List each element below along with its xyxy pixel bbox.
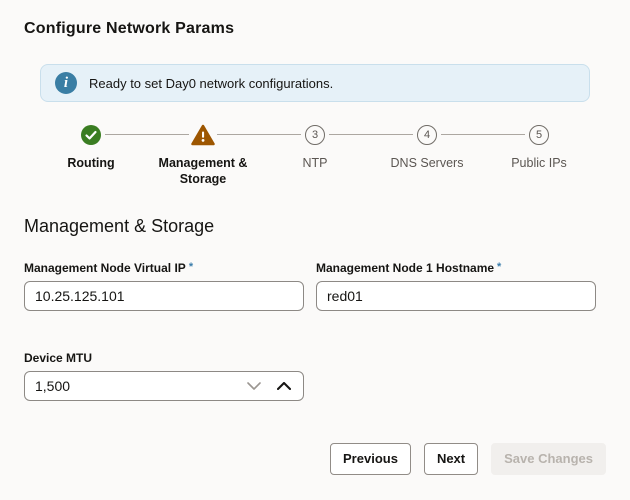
section-heading: Management & Storage xyxy=(24,216,606,237)
step-ntp[interactable]: 3 NTP xyxy=(259,124,371,188)
field-mgmt-virtual-ip: Management Node Virtual IP* xyxy=(24,261,304,311)
step-label: DNS Servers xyxy=(391,155,464,171)
chevron-down-icon[interactable] xyxy=(242,371,266,401)
step-number-circle: 3 xyxy=(305,125,325,145)
step-label: Routing xyxy=(67,155,114,171)
page-container: Configure Network Params i Ready to set … xyxy=(0,20,630,475)
step-public-ips[interactable]: 5 Public IPs xyxy=(483,124,595,188)
step-number-circle: 4 xyxy=(417,125,437,145)
field-mgmt-node1-hostname: Management Node 1 Hostname* xyxy=(316,261,596,311)
field-label: Device MTU xyxy=(24,351,606,365)
previous-button[interactable]: Previous xyxy=(330,443,411,475)
required-asterisk: * xyxy=(189,261,193,273)
form-row-1: Management Node Virtual IP* Management N… xyxy=(24,261,606,311)
check-icon xyxy=(81,124,101,146)
chevron-up-icon[interactable] xyxy=(272,371,296,401)
page-title: Configure Network Params xyxy=(24,20,606,38)
banner-message: Ready to set Day0 network configurations… xyxy=(89,76,333,91)
action-bar: Previous Next Save Changes xyxy=(24,443,606,475)
step-routing[interactable]: Routing xyxy=(35,124,147,188)
step-label: Management & Storage xyxy=(151,155,255,188)
step-management-storage[interactable]: Management & Storage xyxy=(147,124,259,188)
step-label: Public IPs xyxy=(511,155,567,171)
next-button[interactable]: Next xyxy=(424,443,478,475)
step-number-circle: 5 xyxy=(529,125,549,145)
device-mtu-stepper xyxy=(24,371,304,401)
step-label: NTP xyxy=(303,155,328,171)
field-label: Management Node Virtual IP* xyxy=(24,261,304,275)
info-icon: i xyxy=(55,72,77,94)
required-asterisk: * xyxy=(497,261,501,273)
field-device-mtu: Device MTU xyxy=(24,351,606,401)
wizard-stepper: Routing Management & Storage 3 xyxy=(35,124,595,188)
field-label: Management Node 1 Hostname* xyxy=(316,261,596,275)
step-dns-servers[interactable]: 4 DNS Servers xyxy=(371,124,483,188)
save-changes-button[interactable]: Save Changes xyxy=(491,443,606,475)
mgmt-virtual-ip-input[interactable] xyxy=(24,281,304,311)
info-banner: i Ready to set Day0 network configuratio… xyxy=(40,64,590,102)
mgmt-node1-hostname-input[interactable] xyxy=(316,281,596,311)
warning-icon xyxy=(191,124,215,146)
